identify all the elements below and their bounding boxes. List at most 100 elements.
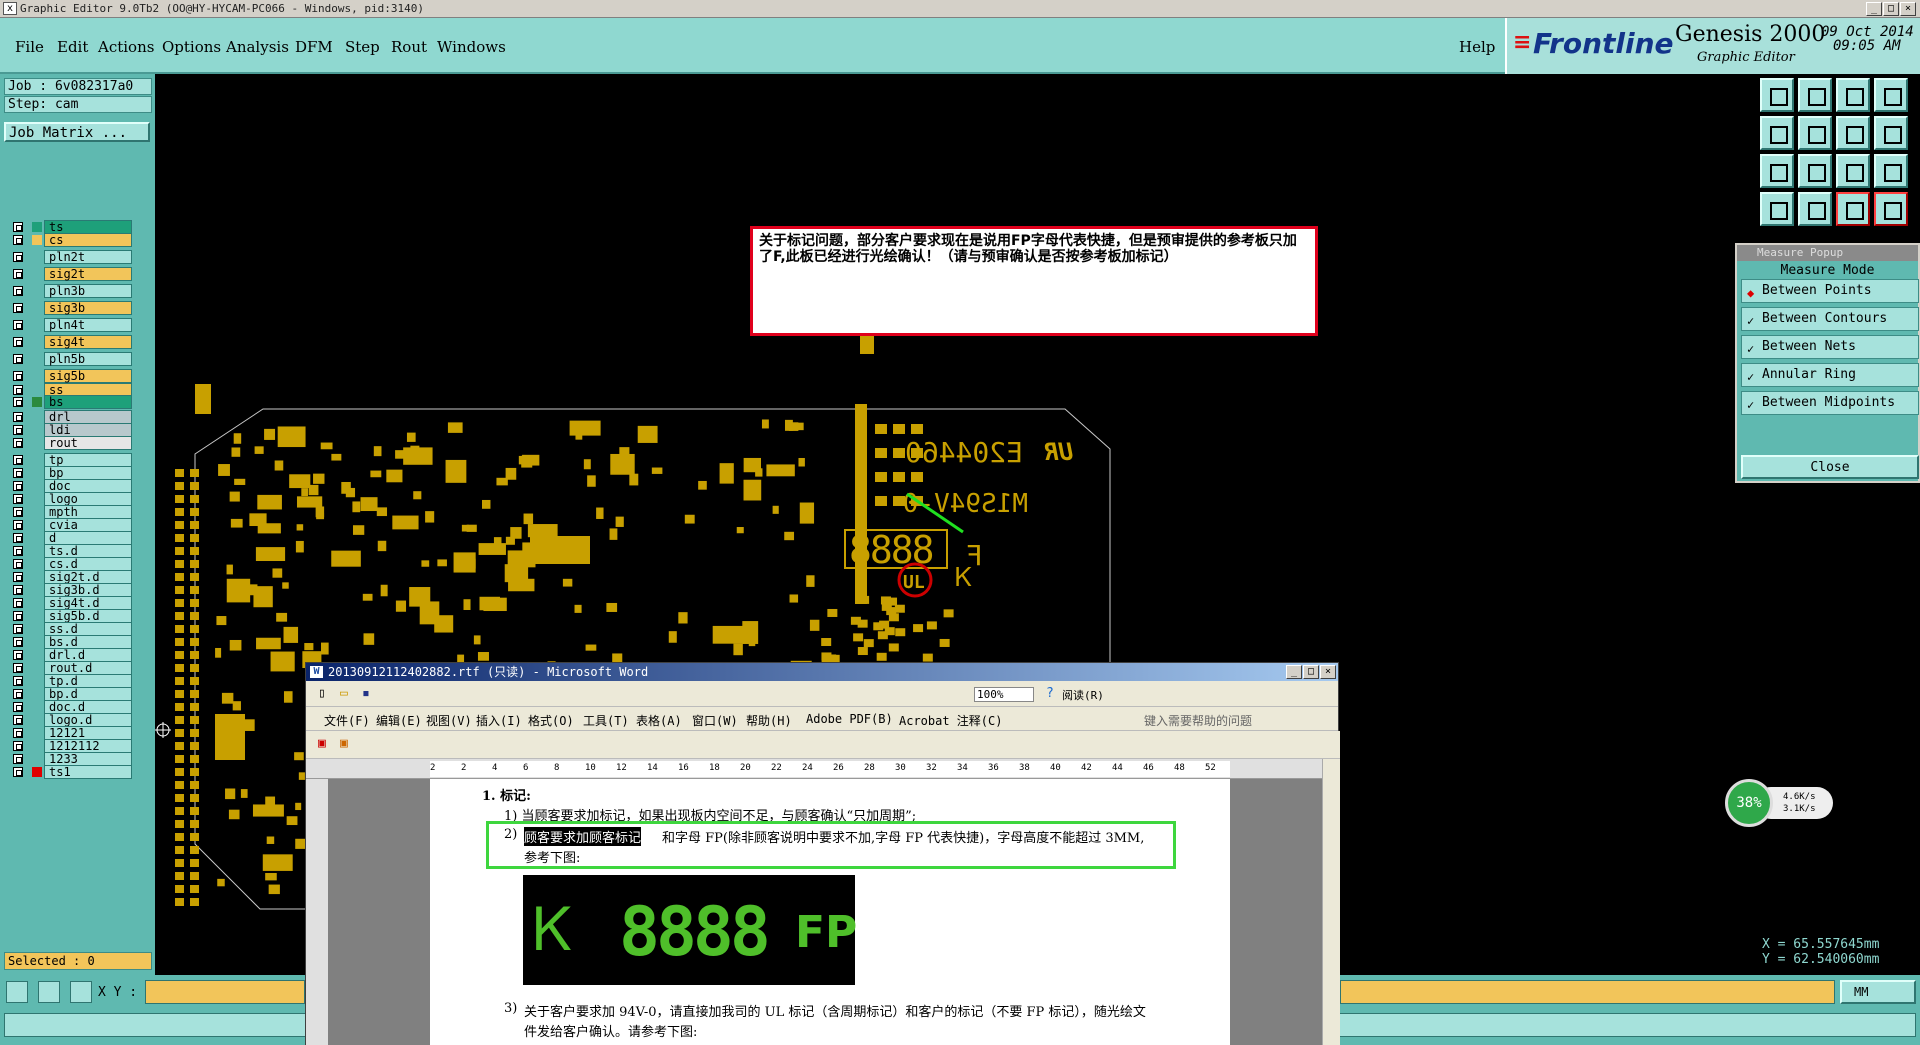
word-close-button[interactable]: × — [1320, 665, 1336, 679]
layer-checkbox[interactable] — [13, 676, 23, 686]
layer-checkbox[interactable] — [13, 754, 23, 764]
measure-option-nets[interactable]: ✓ Between Nets — [1741, 335, 1919, 359]
layer-color-swatch[interactable] — [32, 728, 42, 738]
layer-color-swatch[interactable] — [32, 520, 42, 530]
layer-name[interactable]: sig2t.d — [44, 570, 132, 584]
menu-options[interactable]: Options — [162, 38, 221, 56]
open-icon[interactable]: ▭ — [340, 686, 348, 701]
layer-row-tp-d[interactable]: tp.d — [10, 674, 132, 688]
measure-option-annular[interactable]: ✓ Annular Ring — [1741, 363, 1919, 387]
layer-color-swatch[interactable] — [32, 412, 42, 422]
layer-checkbox[interactable] — [13, 385, 23, 395]
layer-row-mpth[interactable]: mpth — [10, 505, 132, 519]
measure-option-midpoints[interactable]: ✓ Between Midpoints — [1741, 391, 1919, 415]
layer-name[interactable]: sig5b.d — [44, 609, 132, 623]
pan-right-icon[interactable] — [1798, 116, 1832, 150]
layer-name[interactable]: 1212112 — [44, 739, 132, 753]
layer-color-swatch[interactable] — [32, 303, 42, 313]
grid-icon[interactable] — [1798, 192, 1832, 226]
measure-icon[interactable] — [1836, 192, 1870, 226]
layer-color-swatch[interactable] — [32, 286, 42, 296]
layer-color-swatch[interactable] — [32, 507, 42, 517]
layer-name[interactable]: cvia — [44, 518, 132, 532]
layer-color-swatch[interactable] — [32, 754, 42, 764]
measure-option-contours[interactable]: ✓ Between Contours — [1741, 307, 1919, 331]
layer-checkbox[interactable] — [13, 222, 23, 232]
layer-row-ts1[interactable]: ts1 — [10, 765, 132, 779]
menu-help[interactable]: Help — [1459, 38, 1495, 56]
layer-checkbox[interactable] — [13, 663, 23, 673]
word-menu-acrobat[interactable]: Acrobat 注释(C) — [899, 712, 1002, 729]
layer-row-ts-d[interactable]: ts.d — [10, 544, 132, 558]
layer-checkbox[interactable] — [13, 468, 23, 478]
layer-color-swatch[interactable] — [32, 385, 42, 395]
layer-row-pln2t[interactable]: pln2t — [10, 250, 132, 264]
layer-name[interactable]: rout.d — [44, 661, 132, 675]
layer-row-sig3b[interactable]: sig3b — [10, 301, 132, 315]
layer-name[interactable]: sig4t.d — [44, 596, 132, 610]
menu-step[interactable]: Step — [345, 38, 380, 56]
layer-color-swatch[interactable] — [32, 676, 42, 686]
layer-name[interactable]: 1233 — [44, 752, 132, 766]
pdf-mail-icon[interactable]: ▣ — [340, 736, 348, 751]
layer-checkbox[interactable] — [13, 572, 23, 582]
menu-dfm[interactable]: DFM — [295, 38, 333, 56]
layer-color-swatch[interactable] — [32, 546, 42, 556]
layer-color-swatch[interactable] — [32, 611, 42, 621]
layer-row-bs[interactable]: bs — [10, 395, 132, 409]
layer-name[interactable]: sig3b.d — [44, 583, 132, 597]
layer-row-cs[interactable]: cs — [10, 233, 132, 247]
layer-name[interactable]: ts — [44, 220, 132, 234]
layer-checkbox[interactable] — [13, 425, 23, 435]
layer-row-sig2t[interactable]: sig2t — [10, 267, 132, 281]
layer-row-doc[interactable]: doc — [10, 479, 132, 493]
layer-name[interactable]: 12121 — [44, 726, 132, 740]
layer-row-pln3b[interactable]: pln3b — [10, 284, 132, 298]
layer-row-d[interactable]: d — [10, 531, 132, 545]
word-menu-view[interactable]: 视图(V) — [426, 712, 472, 729]
measure-option-points[interactable]: ◆ Between Points — [1741, 279, 1919, 303]
layer-color-swatch[interactable] — [32, 689, 42, 699]
layer-name[interactable]: ss.d — [44, 622, 132, 636]
layer-checkbox[interactable] — [13, 533, 23, 543]
layer-checkbox[interactable] — [13, 412, 23, 422]
layer-name[interactable]: sig3b — [44, 301, 132, 315]
word-menu-window[interactable]: 窗口(W) — [692, 712, 738, 729]
layer-checkbox[interactable] — [13, 715, 23, 725]
layer-color-swatch[interactable] — [32, 320, 42, 330]
word-menu-edit[interactable]: 编辑(E) — [376, 712, 422, 729]
layer-name[interactable]: cs — [44, 233, 132, 247]
layer-color-swatch[interactable] — [32, 637, 42, 647]
maximize-button[interactable]: □ — [1883, 2, 1899, 16]
tool-button-2[interactable] — [1798, 78, 1832, 112]
layer-name[interactable]: pln4t — [44, 318, 132, 332]
layer-color-swatch[interactable] — [32, 468, 42, 478]
layer-checkbox[interactable] — [13, 252, 23, 262]
grid-tool-icon[interactable] — [70, 981, 92, 1003]
layer-color-swatch[interactable] — [32, 235, 42, 245]
layer-color-swatch[interactable] — [32, 533, 42, 543]
home-icon[interactable] — [1836, 78, 1870, 112]
layer-row-pln5b[interactable]: pln5b — [10, 352, 132, 366]
menu-windows[interactable]: Windows — [437, 38, 506, 56]
read-mode-button[interactable]: 阅读(R) — [1062, 687, 1104, 703]
layer-name[interactable]: ldi — [44, 423, 132, 437]
layer-row-doc-d[interactable]: doc.d — [10, 700, 132, 714]
layer-color-swatch[interactable] — [32, 425, 42, 435]
command-input[interactable] — [1340, 980, 1835, 1004]
layer-row-sig5b[interactable]: sig5b — [10, 369, 132, 383]
layer-row-logo[interactable]: logo — [10, 492, 132, 506]
layer-name[interactable]: rout — [44, 436, 132, 450]
tool-button-1[interactable] — [1760, 78, 1794, 112]
layer-checkbox[interactable] — [13, 767, 23, 777]
layer-checkbox[interactable] — [13, 337, 23, 347]
layer-row-cs-d[interactable]: cs.d — [10, 557, 132, 571]
layer-checkbox[interactable] — [13, 611, 23, 621]
layer-name[interactable]: sig5b — [44, 369, 132, 383]
word-vertical-scrollbar[interactable] — [1322, 759, 1340, 1045]
layer-color-swatch[interactable] — [32, 337, 42, 347]
pdf-icon[interactable]: ▣ — [318, 736, 326, 751]
layer-color-swatch[interactable] — [32, 585, 42, 595]
layer-name[interactable]: bs — [44, 395, 132, 409]
layer-row-sig3b-d[interactable]: sig3b.d — [10, 583, 132, 597]
